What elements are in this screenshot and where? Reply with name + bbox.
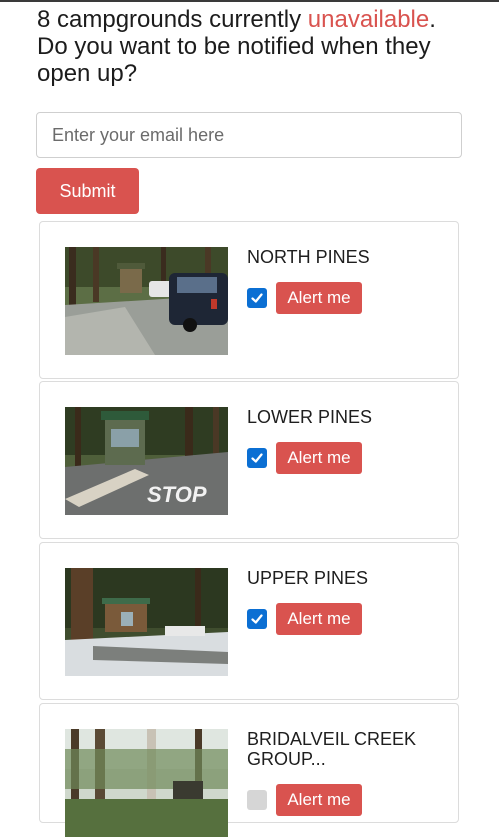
campground-name: UPPER PINES bbox=[247, 568, 369, 588]
check-icon bbox=[251, 453, 263, 463]
top-divider bbox=[0, 0, 499, 2]
campground-photo bbox=[65, 247, 228, 355]
svg-text:STOP: STOP bbox=[147, 482, 207, 507]
alert-checkbox[interactable] bbox=[247, 609, 267, 629]
campground-photo bbox=[65, 729, 228, 837]
campground-photo: STOP bbox=[65, 407, 228, 515]
alert-checkbox[interactable] bbox=[247, 790, 267, 810]
submit-button[interactable]: Submit bbox=[36, 168, 139, 214]
page-title: 8 campgrounds currently unavailable. Do … bbox=[37, 6, 477, 87]
campground-name: LOWER PINES bbox=[247, 407, 373, 427]
campground-card: NORTH PINES Alert me bbox=[39, 221, 459, 379]
campground-photo bbox=[65, 568, 228, 676]
campground-card: UPPER PINES Alert me bbox=[39, 542, 459, 700]
alert-me-button[interactable]: Alert me bbox=[276, 784, 362, 816]
headline-count: 8 campgrounds currently bbox=[37, 6, 308, 33]
check-icon bbox=[251, 614, 263, 624]
status-word: unavailable bbox=[307, 6, 430, 33]
alert-checkbox[interactable] bbox=[247, 448, 267, 468]
campground-card: BRIDALVEIL CREEK GROUP... Alert me bbox=[39, 703, 459, 837]
campground-name: BRIDALVEIL CREEK GROUP... bbox=[247, 729, 417, 769]
alert-checkbox[interactable] bbox=[247, 288, 267, 308]
headline-question: Do you want to be notified when they ope… bbox=[37, 33, 431, 87]
campground-card: STOP LOWER PINES Alert me bbox=[39, 381, 459, 539]
campground-name: NORTH PINES bbox=[247, 247, 370, 267]
headline-period: . bbox=[429, 6, 436, 33]
alert-me-button[interactable]: Alert me bbox=[276, 603, 362, 635]
check-icon bbox=[251, 293, 263, 303]
alert-me-button[interactable]: Alert me bbox=[276, 442, 362, 474]
alert-me-button[interactable]: Alert me bbox=[276, 282, 362, 314]
email-input[interactable] bbox=[36, 112, 462, 158]
